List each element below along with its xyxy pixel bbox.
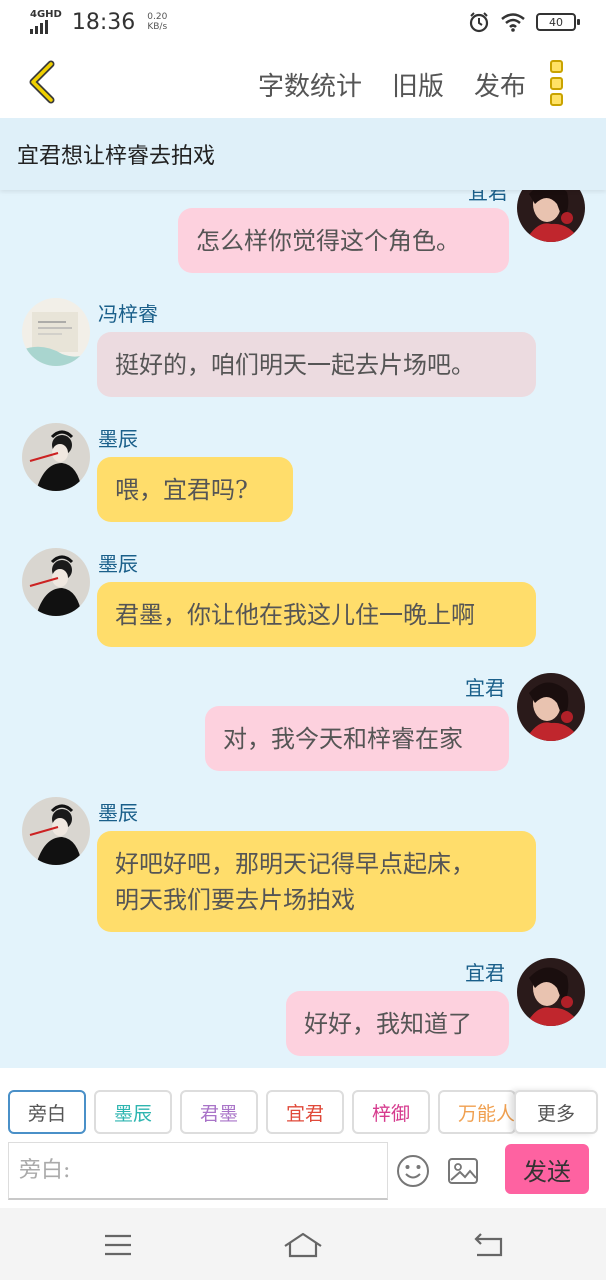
home-icon bbox=[284, 1232, 322, 1258]
nav-back-button[interactable] bbox=[468, 1228, 508, 1262]
status-right: 40 bbox=[468, 11, 580, 33]
role-chip-mochen[interactable]: 墨辰 bbox=[94, 1090, 172, 1134]
image-button[interactable] bbox=[446, 1154, 482, 1190]
emoji-button[interactable] bbox=[396, 1154, 432, 1190]
avatar-fengzirui-image bbox=[22, 298, 90, 366]
message-bubble[interactable]: 喂，宜君吗? bbox=[97, 457, 293, 522]
message-bubble[interactable]: 挺好的，咱们明天一起去片场吧。 bbox=[97, 332, 536, 397]
sender-name: 墨辰 bbox=[98, 427, 138, 451]
avatar-yijun-image bbox=[517, 958, 585, 1026]
system-nav-bar bbox=[0, 1208, 606, 1280]
back-button[interactable] bbox=[22, 60, 62, 104]
more-vertical-icon[interactable] bbox=[550, 60, 566, 106]
menu-icon bbox=[105, 1234, 131, 1256]
nav-menu-button[interactable] bbox=[98, 1228, 138, 1262]
alarm-icon bbox=[469, 12, 489, 33]
avatar-mochen-image bbox=[22, 797, 90, 865]
sender-name: 冯梓睿 bbox=[98, 302, 158, 326]
top-actions: 字数统计 旧版 发布 bbox=[258, 66, 526, 103]
chat-title: 宜君想让梓睿去拍戏 bbox=[0, 118, 606, 190]
sender-name: 宜君 bbox=[465, 961, 505, 985]
avatar-fengzirui[interactable] bbox=[22, 298, 90, 366]
message-input[interactable] bbox=[8, 1142, 388, 1200]
avatar-yijun-image bbox=[517, 673, 585, 741]
status-left: 4GHD 18:36 0.20 KB/s bbox=[30, 10, 167, 35]
avatar-yijun[interactable] bbox=[517, 673, 585, 741]
word-count-button[interactable]: 字数统计 bbox=[258, 66, 362, 103]
battery-icon: 40 bbox=[536, 13, 580, 31]
message-line: 明天我们要去片场拍戏 bbox=[115, 885, 355, 914]
message-bubble[interactable]: 君墨，你让他在我这儿住一晚上啊 bbox=[97, 582, 536, 647]
message-line: 好吧好吧，那明天记得早点起床， bbox=[115, 849, 475, 878]
speed-unit: KB/s bbox=[147, 22, 168, 32]
emoji-icon bbox=[397, 1155, 429, 1187]
role-chip-wanneng[interactable]: 万能人 bbox=[438, 1090, 516, 1134]
role-chip-yijun[interactable]: 宜君 bbox=[266, 1090, 344, 1134]
top-bar: 字数统计 旧版 发布 bbox=[0, 44, 606, 118]
avatar-mochen[interactable] bbox=[22, 423, 90, 491]
chevron-left-icon bbox=[29, 60, 55, 104]
publish-button[interactable]: 发布 bbox=[474, 66, 526, 103]
avatar-mochen[interactable] bbox=[22, 548, 90, 616]
message-bubble[interactable]: 好好，我知道了 bbox=[286, 991, 509, 1056]
avatar-yijun[interactable] bbox=[517, 958, 585, 1026]
avatar-mochen[interactable] bbox=[22, 797, 90, 865]
back-icon bbox=[474, 1233, 503, 1257]
message-bubble[interactable]: 对，我今天和梓睿在家 bbox=[205, 706, 509, 771]
nav-home-button[interactable] bbox=[283, 1228, 323, 1262]
role-chip-narrator[interactable]: 旁白 bbox=[8, 1090, 86, 1134]
chat-area[interactable]: 宜君想让梓睿去拍戏 宜君 怎么样你觉得这个角色。 冯梓睿 挺好的，咱们明天一起去… bbox=[0, 118, 606, 1068]
image-icon bbox=[448, 1158, 478, 1184]
more-roles-button[interactable]: 更多 bbox=[514, 1090, 598, 1134]
avatar-mochen-image bbox=[22, 423, 90, 491]
speed-value: 0.20 bbox=[147, 12, 168, 22]
sender-name: 墨辰 bbox=[98, 801, 138, 825]
status-bar: 4GHD 18:36 0.20 KB/s 40 bbox=[0, 0, 606, 44]
role-chip-junmo[interactable]: 君墨 bbox=[180, 1090, 258, 1134]
message-bubble[interactable]: 怎么样你觉得这个角色。 bbox=[178, 208, 509, 273]
network-speed: 0.20 KB/s bbox=[147, 12, 167, 32]
status-time: 18:36 bbox=[71, 9, 136, 35]
role-selector-bar: 旁白 墨辰 君墨 宜君 梓御 万能人 更多 bbox=[0, 1068, 606, 1148]
avatar-mochen-image bbox=[22, 548, 90, 616]
send-button[interactable]: 发送 bbox=[505, 1144, 589, 1194]
network-type: 4GHD bbox=[30, 9, 62, 20]
role-chip-ziyu[interactable]: 梓御 bbox=[352, 1090, 430, 1134]
message-bubble[interactable]: 好吧好吧，那明天记得早点起床， 明天我们要去片场拍戏 bbox=[97, 831, 536, 932]
signal-icon bbox=[30, 20, 62, 34]
battery-level: 40 bbox=[549, 15, 563, 29]
wifi-icon bbox=[501, 13, 525, 32]
sender-name: 宜君 bbox=[465, 676, 505, 700]
input-bar: 发送 bbox=[0, 1140, 606, 1208]
old-version-button[interactable]: 旧版 bbox=[392, 66, 444, 103]
sender-name: 墨辰 bbox=[98, 552, 138, 576]
network-indicator: 4GHD bbox=[30, 10, 62, 34]
